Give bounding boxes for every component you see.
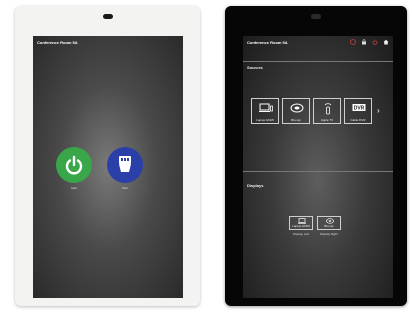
panel-screen-right: Conference Room 5A Sources Laptop HDMI B…	[243, 36, 393, 298]
dvr-icon: DVR	[352, 104, 366, 112]
camera-icon	[311, 14, 321, 19]
remote-icon	[324, 103, 332, 115]
power-icon[interactable]	[372, 39, 378, 45]
source-label: Cable DVR	[350, 118, 366, 122]
help-icon[interactable]	[350, 39, 356, 45]
source-button-appletv[interactable]: Apple TV	[313, 98, 341, 124]
source-button-laptop[interactable]: Laptop HDMI	[251, 98, 279, 124]
touch-panel-black: Conference Room 5A Sources Laptop HDMI B…	[225, 6, 407, 306]
touch-panel-white: Conference Room 5A Start Start	[15, 6, 200, 306]
panel-screen-left: Conference Room 5A Start Start	[33, 36, 183, 298]
display-name: Display Right	[320, 232, 338, 236]
display-source-label: Blu-ray	[324, 224, 334, 228]
bluray-disc-icon	[290, 103, 304, 113]
source-label: Laptop HDMI	[256, 118, 274, 122]
next-sources-arrow[interactable]: ›	[377, 106, 380, 115]
source-label: Blu-ray	[291, 118, 301, 122]
hdmi-button-label: Start	[121, 186, 129, 190]
room-title: Conference Room 5A	[247, 40, 288, 45]
power-button-label: Start	[70, 186, 78, 190]
source-button-bluray[interactable]: Blu-ray	[282, 98, 310, 124]
sources-heading: Sources	[247, 65, 263, 70]
display-button-right[interactable]: Blu-ray	[317, 216, 341, 230]
section-divider	[243, 171, 393, 172]
lock-icon[interactable]	[361, 39, 367, 45]
display-button-left[interactable]: Laptop HDMI	[289, 216, 313, 230]
source-label: Apple TV	[320, 118, 334, 122]
displays-list: Laptop HDMI Blu-ray	[289, 216, 341, 230]
source-button-dvr[interactable]: DVR Cable DVR	[344, 98, 372, 124]
display-source-label: Laptop HDMI	[292, 224, 310, 228]
power-icon	[65, 155, 83, 175]
dvr-text: DVR	[354, 106, 365, 112]
room-title: Conference Room 5A	[37, 40, 78, 45]
laptop-icon	[259, 103, 273, 112]
header-divider	[243, 61, 393, 62]
hdmi-plug-icon	[119, 156, 131, 172]
top-icon-bar	[350, 39, 389, 45]
displays-heading: Displays	[247, 183, 264, 188]
sources-list: Laptop HDMI Blu-ray Apple TV DVR Cable D…	[251, 98, 372, 124]
home-icon[interactable]	[383, 39, 389, 45]
hdmi-start-button[interactable]	[107, 147, 143, 183]
camera-icon	[103, 14, 113, 19]
system-power-button[interactable]	[56, 147, 92, 183]
display-name: Display Left	[293, 232, 309, 236]
